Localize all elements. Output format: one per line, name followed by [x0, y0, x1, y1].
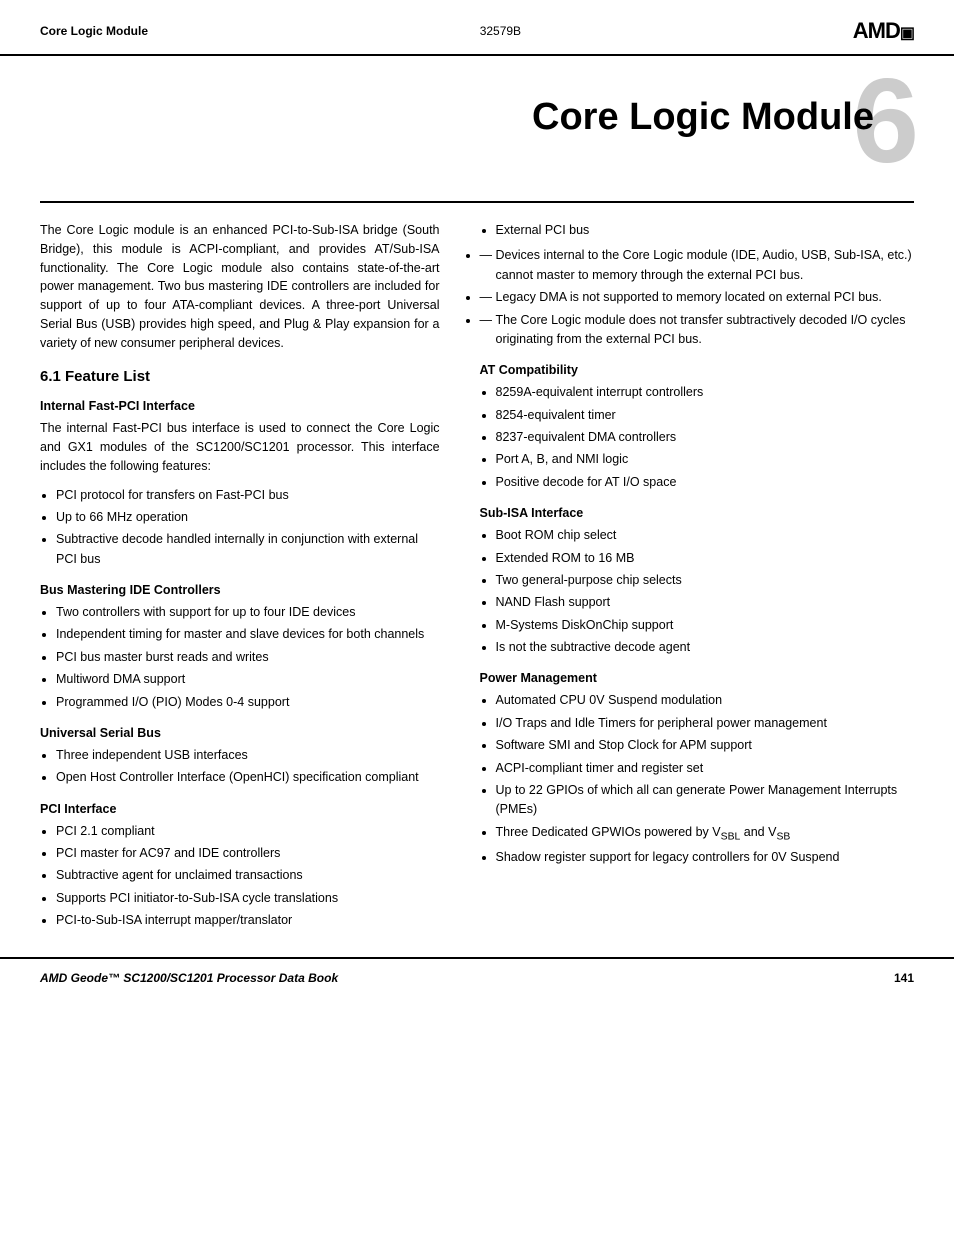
- bus-mastering-list: Two controllers with support for up to f…: [56, 603, 440, 712]
- list-item: External PCI bus: [496, 221, 914, 240]
- list-item: Two general-purpose chip selects: [496, 571, 914, 590]
- sub-isa-title: Sub-ISA Interface: [480, 506, 914, 520]
- list-item: Port A, B, and NMI logic: [496, 450, 914, 469]
- internal-fast-pci-title: Internal Fast-PCI Interface: [40, 399, 440, 413]
- list-item: Subtractive decode handled internally in…: [56, 530, 440, 569]
- chapter-title: Core Logic Module: [40, 56, 914, 149]
- list-item: ACPI-compliant timer and register set: [496, 759, 914, 778]
- list-item: Boot ROM chip select: [496, 526, 914, 545]
- list-item: The Core Logic module does not transfer …: [480, 311, 914, 350]
- list-item: Subtractive agent for unclaimed transact…: [56, 866, 440, 885]
- internal-fast-pci-intro: The internal Fast-PCI bus interface is u…: [40, 419, 440, 475]
- footer-book-title: AMD Geode™ SC1200/SC1201 Processor Data …: [40, 971, 338, 985]
- list-item: Shadow register support for legacy contr…: [496, 848, 914, 867]
- external-pci-list: External PCI bus: [496, 221, 914, 240]
- power-mgmt-gpwios-item: Three Dedicated GPWIOs powered by VSBL a…: [496, 823, 914, 846]
- pci-title: PCI Interface: [40, 802, 440, 816]
- power-mgmt-title: Power Management: [480, 671, 914, 685]
- bus-mastering-title: Bus Mastering IDE Controllers: [40, 583, 440, 597]
- header-title: Core Logic Module: [40, 24, 148, 38]
- pci-list: PCI 2.1 compliant PCI master for AC97 an…: [56, 822, 440, 931]
- power-mgmt-list: Automated CPU 0V Suspend modulation I/O …: [496, 691, 914, 867]
- list-item: M-Systems DiskOnChip support: [496, 616, 914, 635]
- list-item: Devices internal to the Core Logic modul…: [480, 246, 914, 285]
- usb-title: Universal Serial Bus: [40, 726, 440, 740]
- footer-page-number: 141: [894, 971, 914, 985]
- section-61-title: 6.1 Feature List: [40, 368, 440, 385]
- list-item: Software SMI and Stop Clock for APM supp…: [496, 736, 914, 755]
- list-item: Up to 66 MHz operation: [56, 508, 440, 527]
- list-item: PCI 2.1 compliant: [56, 822, 440, 841]
- list-item: Automated CPU 0V Suspend modulation: [496, 691, 914, 710]
- sub-isa-list: Boot ROM chip select Extended ROM to 16 …: [496, 526, 914, 657]
- list-item: PCI master for AC97 and IDE controllers: [56, 844, 440, 863]
- list-item: PCI protocol for transfers on Fast-PCI b…: [56, 486, 440, 505]
- list-item: 8237-equivalent DMA controllers: [496, 428, 914, 447]
- chapter-header-block: 6 Core Logic Module: [0, 56, 954, 201]
- list-item: Multiword DMA support: [56, 670, 440, 689]
- header-doc-id: 32579B: [480, 24, 521, 38]
- list-item: Open Host Controller Interface (OpenHCI)…: [56, 768, 440, 787]
- at-compat-title: AT Compatibility: [480, 363, 914, 377]
- list-item: Two controllers with support for up to f…: [56, 603, 440, 622]
- list-item: NAND Flash support: [496, 593, 914, 612]
- page-header: Core Logic Module 32579B AMD▣: [0, 0, 954, 56]
- list-item: PCI-to-Sub-ISA interrupt mapper/translat…: [56, 911, 440, 930]
- at-compat-list: 8259A-equivalent interrupt controllers 8…: [496, 383, 914, 492]
- list-item: Supports PCI initiator-to-Sub-ISA cycle …: [56, 889, 440, 908]
- list-item: PCI bus master burst reads and writes: [56, 648, 440, 667]
- right-column: External PCI bus Devices internal to the…: [460, 221, 914, 937]
- vsb-sub: SB: [776, 831, 790, 842]
- list-item: 8254-equivalent timer: [496, 406, 914, 425]
- vsbl-sub: SBL: [721, 831, 741, 842]
- amd-logo: AMD▣: [853, 18, 914, 44]
- main-content: The Core Logic module is an enhanced PCI…: [0, 203, 954, 937]
- internal-fast-pci-list: PCI protocol for transfers on Fast-PCI b…: [56, 486, 440, 570]
- list-item: I/O Traps and Idle Timers for peripheral…: [496, 714, 914, 733]
- list-item: Positive decode for AT I/O space: [496, 473, 914, 492]
- intro-paragraph: The Core Logic module is an enhanced PCI…: [40, 221, 440, 352]
- page: Core Logic Module 32579B AMD▣ 6 Core Log…: [0, 0, 954, 1235]
- list-item: Is not the subtractive decode agent: [496, 638, 914, 657]
- list-item: 8259A-equivalent interrupt controllers: [496, 383, 914, 402]
- list-item: Programmed I/O (PIO) Modes 0-4 support: [56, 693, 440, 712]
- list-item: Extended ROM to 16 MB: [496, 549, 914, 568]
- list-item: Three independent USB interfaces: [56, 746, 440, 765]
- list-item: Up to 22 GPIOs of which all can generate…: [496, 781, 914, 820]
- list-item: Legacy DMA is not supported to memory lo…: [480, 288, 914, 307]
- page-footer: AMD Geode™ SC1200/SC1201 Processor Data …: [0, 957, 954, 997]
- usb-list: Three independent USB interfaces Open Ho…: [56, 746, 440, 788]
- external-pci-sublist: Devices internal to the Core Logic modul…: [480, 246, 914, 349]
- left-column: The Core Logic module is an enhanced PCI…: [40, 221, 460, 937]
- list-item: Independent timing for master and slave …: [56, 625, 440, 644]
